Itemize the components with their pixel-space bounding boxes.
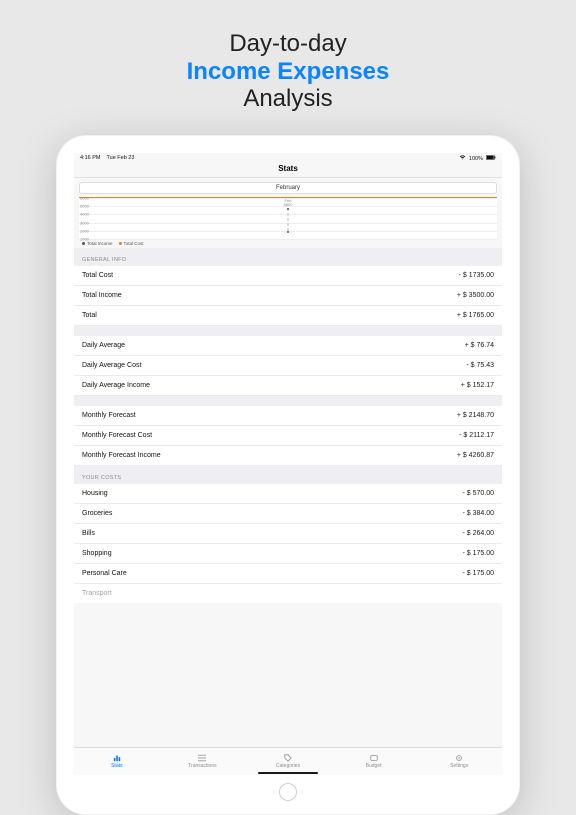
y-tick: 3000 (80, 220, 89, 225)
row-bills[interactable]: Bills- $ 264.00 (74, 524, 502, 544)
wallet-icon (370, 754, 378, 762)
ipad-frame: 4:16 PM Tue Feb 23 100% Stats February (56, 135, 520, 815)
battery-icon (486, 155, 496, 162)
status-date: Tue Feb 23 (107, 155, 135, 161)
home-button[interactable] (279, 783, 297, 801)
row-daily-avg-cost[interactable]: Daily Average Cost- $ 75.43 (74, 356, 502, 376)
tab-categories[interactable]: Categories (245, 754, 331, 769)
chart-x-label: Feb 8800 (284, 199, 293, 207)
wifi-icon (459, 155, 466, 162)
row-groceries[interactable]: Groceries- $ 384.00 (74, 504, 502, 524)
list-icon (198, 754, 206, 762)
row-monthly-forecast-cost[interactable]: Monthly Forecast Cost- $ 2112.17 (74, 426, 502, 446)
tab-label: Budget (366, 763, 382, 769)
screen: 4:16 PM Tue Feb 23 100% Stats February (74, 153, 502, 775)
chart-area[interactable]: 6000 5000 4000 3000 2000 1000 Feb 8800 (79, 197, 497, 239)
tab-label: Settings (450, 763, 468, 769)
row-daily-avg[interactable]: Daily Average+ $ 76.74 (74, 336, 502, 356)
month-picker-label: February (276, 185, 300, 191)
divider (74, 396, 502, 406)
monthly-list: Monthly Forecast+ $ 2148.70 Monthly Fore… (74, 406, 502, 466)
chart-legend: Total Income Total Cost (74, 239, 502, 248)
tab-label: Transactions (188, 763, 216, 769)
row-personal-care[interactable]: Personal Care- $ 175.00 (74, 564, 502, 584)
chart-bar-icon (113, 754, 121, 762)
headline-line3: Analysis (243, 85, 332, 112)
tab-label: Stats (111, 763, 122, 769)
home-indicator[interactable] (258, 772, 318, 774)
y-tick: 1000 (80, 237, 89, 242)
costs-list: Housing- $ 570.00 Groceries- $ 384.00 Bi… (74, 484, 502, 604)
headline-line2: Income Expenses (187, 58, 390, 85)
legend-income: Total Income (82, 241, 113, 246)
headline-line1: Day-to-day (229, 30, 346, 57)
row-daily-avg-income[interactable]: Daily Average Income+ $ 152.17 (74, 376, 502, 396)
divider (74, 326, 502, 336)
tab-transactions[interactable]: Transactions (160, 754, 246, 769)
gear-icon (455, 754, 463, 762)
status-time: 4:16 PM (80, 155, 100, 161)
row-total-cost[interactable]: Total Cost- $ 1735.00 (74, 266, 502, 286)
legend-cost: Total Cost (119, 241, 144, 246)
row-shopping[interactable]: Shopping- $ 175.00 (74, 544, 502, 564)
row-housing[interactable]: Housing- $ 570.00 (74, 484, 502, 504)
y-tick: 4000 (80, 212, 89, 217)
y-tick: 6000 (80, 196, 89, 201)
daily-list: Daily Average+ $ 76.74 Daily Average Cos… (74, 336, 502, 396)
row-monthly-forecast-income[interactable]: Monthly Forecast Income+ $ 4260.87 (74, 446, 502, 466)
general-list: Total Cost- $ 1735.00 Total Income+ $ 35… (74, 266, 502, 326)
chart-point-income (287, 208, 289, 210)
y-tick: 5000 (80, 204, 89, 209)
row-transport[interactable]: Transport (74, 584, 502, 604)
chart-point-cost (287, 231, 289, 233)
y-tick: 2000 (80, 228, 89, 233)
tag-icon (284, 754, 292, 762)
tab-stats[interactable]: Stats (74, 754, 160, 769)
tab-label: Categories (276, 763, 300, 769)
chart-connector (288, 208, 289, 231)
tab-bar: Stats Transactions Categories Budget Set… (74, 747, 502, 775)
status-bar: 4:16 PM Tue Feb 23 100% (74, 153, 502, 162)
status-left: 4:16 PM Tue Feb 23 (80, 155, 134, 162)
battery-pct: 100% (469, 156, 483, 162)
row-total-income[interactable]: Total Income+ $ 3500.00 (74, 286, 502, 306)
tab-budget[interactable]: Budget (331, 754, 417, 769)
row-total[interactable]: Total+ $ 1765.00 (74, 306, 502, 326)
tab-settings[interactable]: Settings (416, 754, 502, 769)
section-header-general: GENERAL INFO (74, 248, 502, 266)
page-title: Stats (74, 162, 502, 178)
section-header-costs: YOUR COSTS (74, 466, 502, 484)
month-picker[interactable]: February (79, 182, 497, 194)
promo-headline: Day-to-day Income Expenses Analysis (0, 0, 576, 113)
row-monthly-forecast[interactable]: Monthly Forecast+ $ 2148.70 (74, 406, 502, 426)
status-right: 100% (459, 155, 496, 162)
